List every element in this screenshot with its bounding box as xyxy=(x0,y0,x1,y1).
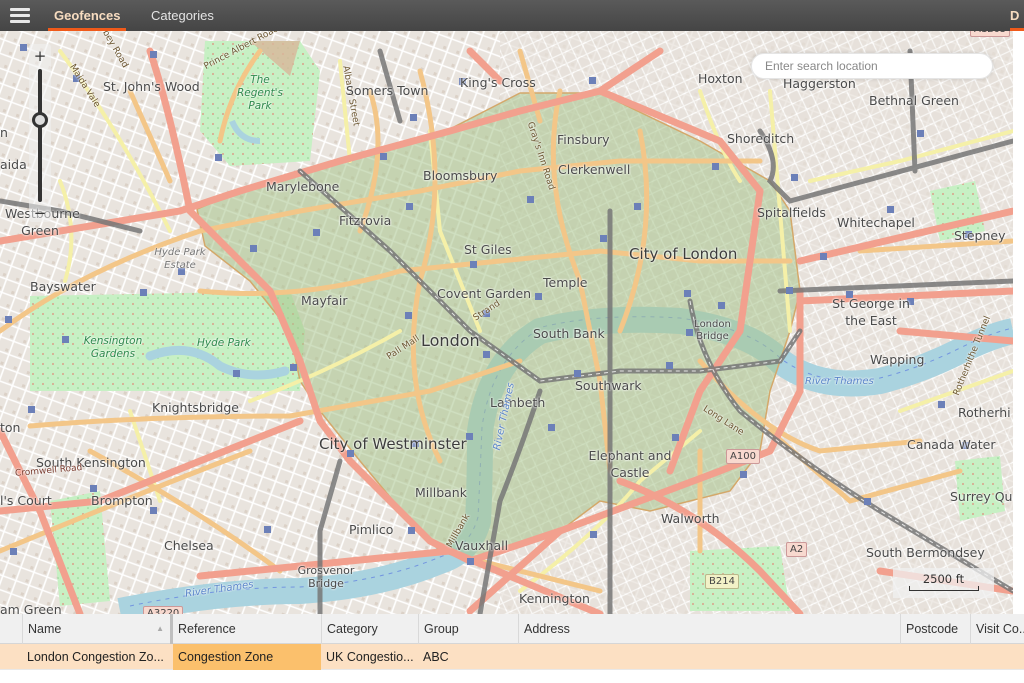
sort-ascending-icon: ▲ xyxy=(156,624,164,633)
map-scale: 2500 ft xyxy=(893,568,994,598)
road-shield-b214: B214 xyxy=(705,574,739,589)
road-shield-a2: A2 xyxy=(786,542,808,557)
map-edge xyxy=(1013,31,1024,614)
column-header-address[interactable]: Address xyxy=(518,614,900,644)
scale-label: 2500 ft xyxy=(922,572,965,586)
cell-address xyxy=(518,644,900,670)
cell-postcode xyxy=(900,644,970,670)
menu-icon[interactable] xyxy=(10,8,30,23)
zoom-control: + − xyxy=(29,44,51,222)
cell-group: ABC xyxy=(423,650,449,664)
cell-visit-count xyxy=(970,644,1024,670)
road-shield-a3220: A3220 xyxy=(143,606,184,614)
zoom-in-button[interactable]: + xyxy=(29,48,51,64)
zoom-slider-thumb[interactable] xyxy=(32,112,48,128)
column-header-group[interactable]: Group xyxy=(418,614,518,644)
column-header-name-label: Name xyxy=(28,622,62,636)
scale-bar xyxy=(909,586,979,591)
cell-category: UK Congestio... xyxy=(326,650,414,664)
column-header-reference[interactable]: Reference xyxy=(170,614,321,644)
zoom-slider-track[interactable] xyxy=(38,69,42,202)
app-window: Geofences Categories D Abbey Road Maida … xyxy=(0,0,1024,683)
cell-name: London Congestion Zo... xyxy=(27,650,164,664)
grid-header: Name ▲ Reference Category Group Address … xyxy=(0,614,1024,644)
tab-geofences[interactable]: Geofences xyxy=(47,0,128,31)
column-header-postcode[interactable]: Postcode xyxy=(900,614,970,644)
location-search xyxy=(751,53,993,79)
column-header-category[interactable]: Category xyxy=(321,614,418,644)
tab-truncated[interactable]: D xyxy=(1010,0,1024,31)
column-header-selector[interactable] xyxy=(0,614,22,644)
table-row[interactable]: London Congestion Zo... Congestion Zone … xyxy=(0,644,1024,670)
regents-park xyxy=(200,41,320,166)
search-location-input[interactable] xyxy=(752,54,992,78)
cell-reference[interactable]: Congestion Zone xyxy=(173,644,321,670)
road-shield-a100: A100 xyxy=(726,449,760,464)
column-header-visit-count[interactable]: Visit Co... xyxy=(970,614,1024,644)
zoom-out-button[interactable]: − xyxy=(29,205,51,221)
map-canvas xyxy=(0,31,1013,614)
tab-categories[interactable]: Categories xyxy=(151,0,214,31)
map-view[interactable]: Abbey Road Maida Vale Prince Albert Road… xyxy=(0,31,1013,614)
top-bar: Geofences Categories D xyxy=(0,0,1024,31)
road-shield-a1205: A1205 xyxy=(970,31,1011,37)
geofence-grid: Name ▲ Reference Category Group Address … xyxy=(0,614,1024,683)
column-header-name[interactable]: Name ▲ xyxy=(22,614,170,644)
